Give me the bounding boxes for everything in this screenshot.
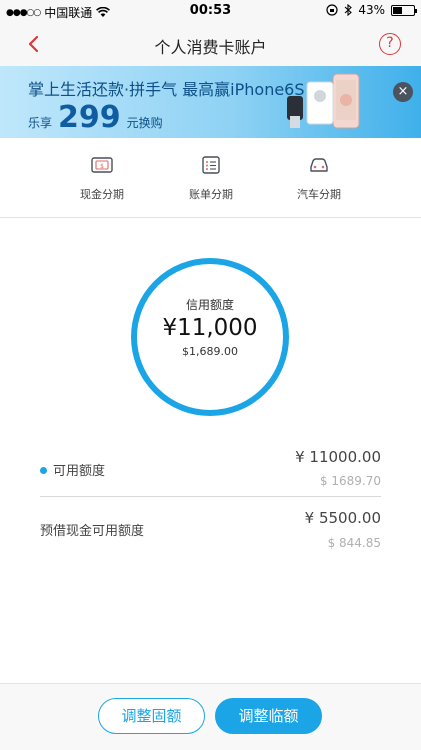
nav-bar: 个人消费卡账户 ? xyxy=(0,22,421,66)
banner-offer: 乐享 299 元换购 xyxy=(28,100,163,135)
available-credit-usd: $ 1689.70 xyxy=(319,474,381,488)
credit-limit-label: 信用额度 xyxy=(185,298,234,312)
menu-item-label: 汽车分期 xyxy=(297,188,341,201)
available-credit-label: 可用额度 xyxy=(40,460,105,479)
credit-limit-circle: 信用额度 ¥11,000 $1,689.00 xyxy=(131,258,289,416)
phone-and-gadgets-image xyxy=(287,73,360,129)
menu-item-car-installment[interactable]: 汽车分期 xyxy=(274,156,364,202)
banner-headline: 掌上生活还款·拼手气 最高赢iPhone6S xyxy=(28,80,305,99)
credit-limit-amount: ¥11,000 xyxy=(162,315,258,341)
blue-dot-icon xyxy=(40,467,47,474)
menu-item-label: 账单分期 xyxy=(189,188,233,201)
bottom-action-bar: 调整固额 调整临额 xyxy=(0,683,421,750)
credit-limit-usd: $1,689.00 xyxy=(182,345,238,358)
menu-item-label: 现金分期 xyxy=(80,188,124,201)
rotation-lock-icon xyxy=(326,4,338,16)
available-credit-row: 可用额度 ¥ 11000.00 $ 1689.70 xyxy=(40,448,381,488)
cash-advance-row: 预借现金可用额度 ¥ 5500.00 $ 844.85 xyxy=(40,509,381,550)
available-credit-cny: ¥ 11000.00 xyxy=(295,448,381,466)
divider xyxy=(40,496,381,497)
banner-prefix: 乐享 xyxy=(28,116,53,130)
menu-item-cash-installment[interactable]: $ 现金分期 xyxy=(57,156,147,202)
quick-menu: $ 现金分期 账单分期 汽车分期 xyxy=(0,138,421,218)
cash-advance-label: 预借现金可用额度 xyxy=(40,524,145,539)
banner-close-icon[interactable]: × xyxy=(393,82,413,102)
adjust-temp-limit-button[interactable]: 调整临额 xyxy=(215,698,322,734)
battery-percent: 43% xyxy=(358,3,385,17)
battery-icon xyxy=(391,4,417,16)
bluetooth-icon xyxy=(344,4,353,16)
svg-text:$: $ xyxy=(100,163,104,170)
car-icon xyxy=(310,158,328,172)
page-title: 个人消费卡账户 xyxy=(154,38,267,57)
banner-number: 299 xyxy=(58,100,121,135)
banner-suffix: 元换购 xyxy=(126,116,163,130)
account-summary: 信用额度 ¥11,000 $1,689.00 可用额度 ¥ 11000.00 $… xyxy=(0,219,421,683)
cash-icon: $ xyxy=(91,157,113,173)
available-credit-text: 可用额度 xyxy=(53,464,106,479)
adjust-fixed-limit-button[interactable]: 调整固额 xyxy=(98,698,205,734)
cash-advance-cny: ¥ 5500.00 xyxy=(304,509,381,527)
cash-advance-usd: $ 844.85 xyxy=(327,536,381,550)
promo-banner[interactable]: 掌上生活还款·拼手气 最高赢iPhone6S 乐享 299 元换购 × xyxy=(0,66,421,138)
help-icon[interactable]: ? xyxy=(379,33,401,55)
menu-item-bill-installment[interactable]: 账单分期 xyxy=(166,156,256,202)
status-bar: ●●●○○ 中国联通 00:53 43% xyxy=(0,0,421,22)
bill-list-icon xyxy=(202,156,220,174)
